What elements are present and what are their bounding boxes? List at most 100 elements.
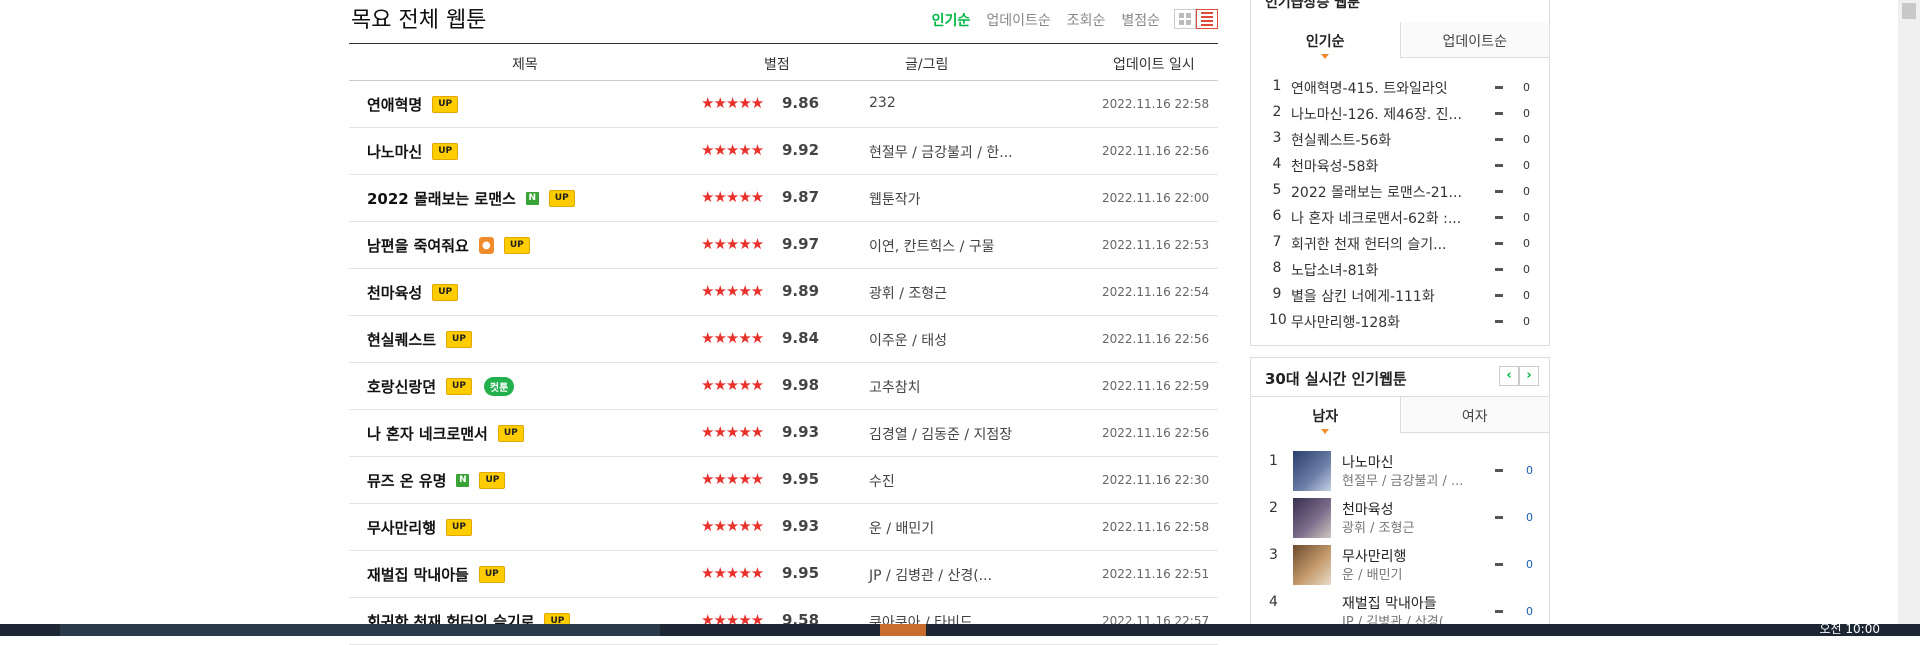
trending-list-item[interactable]: 4 천마육성-58화 0	[1251, 154, 1549, 180]
webtoon-thumbnail[interactable]	[1293, 545, 1331, 585]
rank-number: 1	[1269, 453, 1278, 469]
trending-list-item[interactable]: 5 2022 몰래보는 로맨스-21... 0	[1251, 180, 1549, 206]
table-row[interactable]: 나노마신 UP ★★★★★ 9.92 현절무 / 금강불괴 / 한... 2022.11.…	[349, 128, 1218, 175]
webtoon-title[interactable]: 천마육성	[367, 282, 422, 303]
webtoon-thumbnail[interactable]	[1293, 451, 1331, 491]
trending-list-item[interactable]: 7 회귀한 천재 헌터의 슬기... 0	[1251, 232, 1549, 258]
webtoon-title-link[interactable]: 연애혁명 UP	[367, 94, 459, 115]
no-change-icon	[1495, 216, 1503, 219]
episode-title-link[interactable]: 현실퀘스트-56화	[1291, 130, 1476, 150]
webtoon-title-link[interactable]: 나노마신	[1342, 452, 1394, 472]
episode-title-link[interactable]: 천마육성-58화	[1291, 156, 1476, 176]
webtoon-title[interactable]: 나 혼자 네크로맨서	[367, 423, 488, 444]
webtoon-title-link[interactable]: 나 혼자 네크로맨서 UP	[367, 423, 524, 444]
trending-list-item[interactable]: 3 현실퀘스트-56화 0	[1251, 128, 1549, 154]
trending-list-item[interactable]: 10 무사만리행-128화 0	[1251, 310, 1549, 336]
no-change-icon	[1495, 112, 1503, 115]
episode-title-link[interactable]: 나노마신-126. 제46장. 진...	[1291, 104, 1476, 124]
table-row[interactable]: 뮤즈 온 유명 N UP ★★★★★ 9.95 수진 2022.11.16 22:30	[349, 457, 1218, 504]
webtoon-title-link[interactable]: 천마육성	[1342, 499, 1394, 519]
realtime-list-item[interactable]: 1 나노마신 현절무 / 금강불괴 / ... 0	[1251, 451, 1549, 498]
tab-popular[interactable]: 인기순	[1251, 22, 1400, 59]
star-rating-icon: ★★★★★	[701, 188, 764, 206]
up-badge: UP	[478, 566, 505, 583]
update-date: 2022.11.16 22:00	[1102, 191, 1210, 205]
webtoon-title-link[interactable]: 나노마신 UP	[367, 141, 459, 162]
up-badge: UP	[503, 237, 530, 254]
webtoon-title[interactable]: 재벌집 막내아들	[367, 564, 469, 585]
taskbar-app-active[interactable]	[880, 624, 926, 636]
webtoon-title[interactable]: 2022 몰래보는 로맨스	[367, 188, 516, 209]
trending-list-item[interactable]: 1 연애혁명-415. 트와일라잇 0	[1251, 76, 1549, 102]
table-row[interactable]: 회귀한 천재 헌터의 슬기로 UP ★★★★★ 9.58 쿠아쿠아 / 타비드 2022.…	[349, 598, 1218, 645]
update-date: 2022.11.16 22:59	[1102, 379, 1210, 393]
webtoon-title-link[interactable]: 무사만리행	[1342, 546, 1406, 566]
table-row[interactable]: 나 혼자 네크로맨서 UP ★★★★★ 9.93 김경열 / 김동준 / 지점장 2022…	[349, 410, 1218, 457]
table-row[interactable]: 2022 몰래보는 로맨스 N UP ★★★★★ 9.87 웹툰작가 2022.11.16 …	[349, 175, 1218, 222]
tab-female[interactable]: 여자	[1399, 397, 1549, 433]
table-row[interactable]: 무사만리행 UP ★★★★★ 9.93 운 / 배민기 2022.11.16 22:58	[349, 504, 1218, 551]
taskbar-app[interactable]	[60, 624, 660, 636]
webtoon-title[interactable]: 남편을 죽여줘요	[367, 235, 469, 256]
webtoon-title-link[interactable]: 남편을 죽여줘요 ● UP	[367, 235, 530, 256]
episode-title-link[interactable]: 2022 몰래보는 로맨스-21...	[1291, 182, 1476, 202]
trending-list-item[interactable]: 8 노답소녀-81화 0	[1251, 258, 1549, 284]
episode-title-link[interactable]: 나 혼자 네크로맨서-62화 :...	[1291, 208, 1476, 228]
episode-title-link[interactable]: 회귀한 천재 헌터의 슬기...	[1291, 234, 1476, 254]
webtoon-title[interactable]: 호랑신랑뎐	[367, 376, 436, 397]
episode-title-link[interactable]: 별을 삼킨 너에게-111화	[1291, 286, 1476, 306]
prev-arrow-icon[interactable]: ‹	[1499, 366, 1519, 386]
webtoon-title-link[interactable]: 현실퀘스트 UP	[367, 329, 472, 350]
pager-arrows: ‹ ›	[1499, 366, 1539, 386]
webtoon-title-link[interactable]: 무사만리행 UP	[367, 517, 472, 538]
webtoon-title-link[interactable]: 천마육성 UP	[367, 282, 459, 303]
trending-list-item[interactable]: 9 별을 삼킨 너에게-111화 0	[1251, 284, 1549, 310]
page-scrollbar[interactable]	[1898, 0, 1920, 624]
webtoon-title[interactable]: 뮤즈 온 유명	[367, 470, 446, 491]
header-date: 업데이트 일시	[1113, 57, 1195, 73]
os-taskbar: 오전 10:00	[0, 622, 1920, 636]
new-badge: N	[525, 192, 539, 205]
episode-title-link[interactable]: 노답소녀-81화	[1291, 260, 1476, 280]
tab-male[interactable]: 남자	[1251, 397, 1400, 434]
table-row[interactable]: 천마육성 UP ★★★★★ 9.89 광휘 / 조형근 2022.11.16 22:54	[349, 269, 1218, 316]
webtoon-thumbnail[interactable]	[1293, 498, 1331, 538]
table-row[interactable]: 호랑신랑뎐 UP 컷툰 ★★★★★ 9.98 고추참치 2022.11.16 22:59	[349, 363, 1218, 410]
trending-list-item[interactable]: 6 나 혼자 네크로맨서-62화 :... 0	[1251, 206, 1549, 232]
webtoon-title-link[interactable]: 호랑신랑뎐 UP 컷툰	[367, 376, 515, 397]
realtime-list-item[interactable]: 2 천마육성 광휘 / 조형근 0	[1251, 498, 1549, 545]
up-badge: UP	[446, 331, 472, 348]
webtoon-title-link[interactable]: 재벌집 막내아들 UP	[367, 564, 505, 585]
sort-views[interactable]: 조회순	[1067, 10, 1106, 30]
rating-score: 9.86	[782, 94, 820, 112]
webtoon-title-link[interactable]: 2022 몰래보는 로맨스 N UP	[367, 188, 575, 209]
webtoon-title[interactable]: 현실퀘스트	[367, 329, 436, 350]
author-names: 수진	[869, 474, 895, 490]
trending-list-item[interactable]: 2 나노마신-126. 제46장. 진... 0	[1251, 102, 1549, 128]
webtoon-title-link[interactable]: 재벌집 막내아들	[1342, 593, 1437, 613]
webtoon-title[interactable]: 나노마신	[367, 141, 422, 162]
sort-update[interactable]: 업데이트순	[986, 10, 1050, 30]
author-names: 웹툰작가	[869, 192, 921, 208]
list-view-button[interactable]	[1196, 9, 1218, 29]
scrollbar-thumb[interactable]	[1902, 3, 1916, 19]
realtime-list-item[interactable]: 3 무사만리행 운 / 배민기 0	[1251, 545, 1549, 592]
webtoon-title[interactable]: 연애혁명	[367, 94, 422, 115]
no-change-icon	[1495, 86, 1503, 89]
next-arrow-icon[interactable]: ›	[1519, 366, 1539, 386]
rank-number: 10	[1269, 312, 1287, 328]
table-row[interactable]: 재벌집 막내아들 UP ★★★★★ 9.95 JP / 김병관 / 산경(... 2022…	[349, 551, 1218, 598]
episode-title-link[interactable]: 연애혁명-415. 트와일라잇	[1291, 78, 1476, 98]
tab-update[interactable]: 업데이트순	[1399, 22, 1549, 58]
sort-rating[interactable]: 별점순	[1121, 10, 1160, 30]
no-change-icon	[1495, 516, 1503, 519]
episode-title-link[interactable]: 무사만리행-128화	[1291, 312, 1476, 332]
table-row[interactable]: 연애혁명 UP ★★★★★ 9.86 232 2022.11.16 22:58	[349, 81, 1218, 128]
webtoon-title-link[interactable]: 뮤즈 온 유명 N UP	[367, 470, 506, 491]
table-row[interactable]: 남편을 죽여줘요 ● UP ★★★★★ 9.97 이연, 칸트힉스 / 구물 2022.11…	[349, 222, 1218, 269]
grid-view-button[interactable]	[1174, 9, 1196, 29]
table-row[interactable]: 현실퀘스트 UP ★★★★★ 9.84 이주운 / 태성 2022.11.16 22:56	[349, 316, 1218, 363]
rating-score: 9.92	[782, 141, 820, 159]
webtoon-title[interactable]: 무사만리행	[367, 517, 436, 538]
sort-popular[interactable]: 인기순	[932, 10, 971, 30]
